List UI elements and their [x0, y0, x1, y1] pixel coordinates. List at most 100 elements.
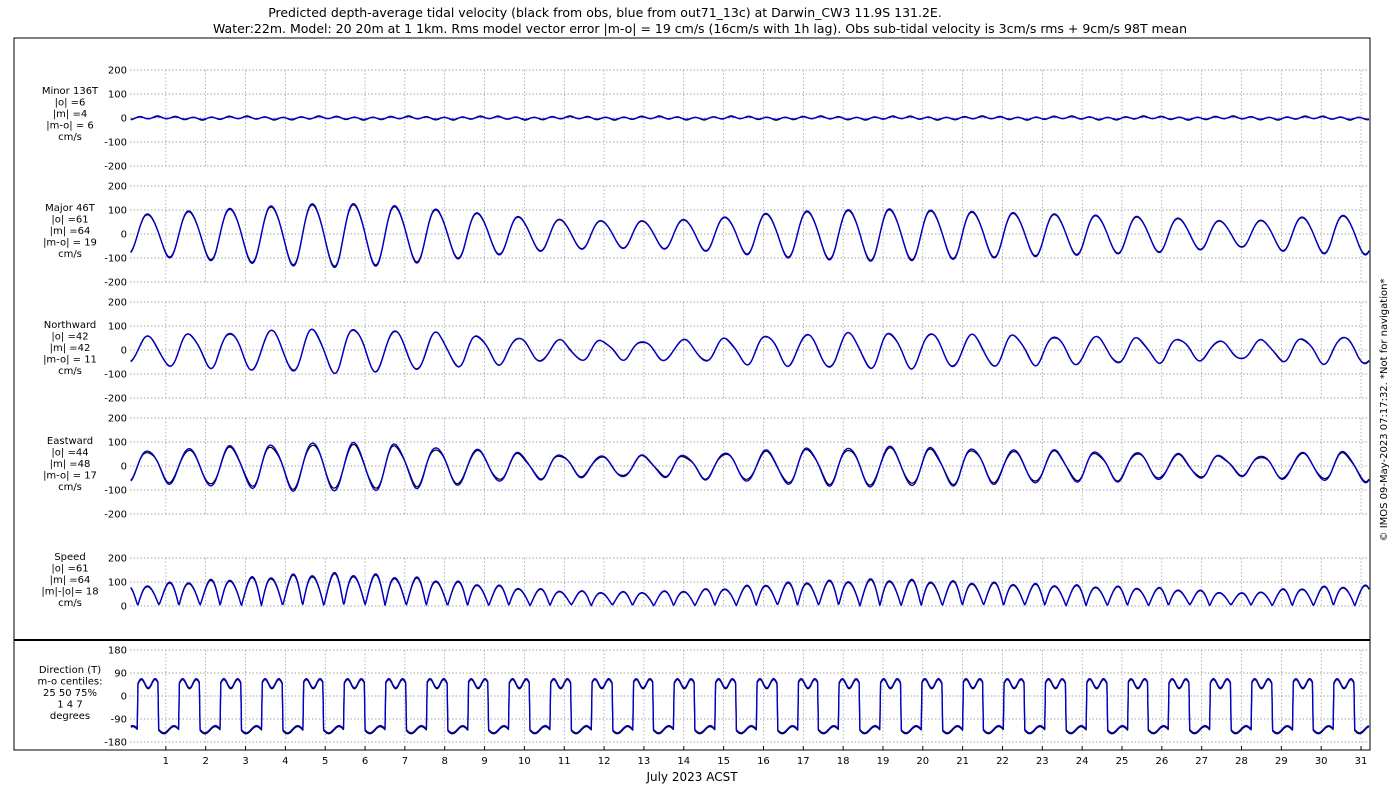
x-tick-label: 25 — [1116, 756, 1129, 767]
x-tick-label: 16 — [757, 756, 770, 767]
series-line-model — [130, 441, 1370, 492]
chart-title-line-1: Predicted depth-average tidal velocity (… — [268, 5, 942, 20]
y-tick-label: -200 — [104, 162, 127, 173]
x-tick-label: 28 — [1235, 756, 1248, 767]
panel-label-line: cm/s — [58, 366, 82, 377]
panel-minor: -200 -100 0 100 200 Minor 136T|o| =6|m| =4|m-… — [42, 66, 1370, 173]
panel-label-minor: Minor 136T|o| =6|m| =4|m-o| = 6cm/s — [42, 86, 99, 143]
y-tick-label: -200 — [104, 394, 127, 405]
lower-axes-frame — [13, 639, 1371, 751]
panel-label-line: |m| =64 — [50, 575, 91, 586]
y-tick-label: 200 — [108, 298, 127, 309]
x-tick-label: 18 — [837, 756, 850, 767]
panel-label-line: cm/s — [58, 249, 82, 260]
x-tick-label: 20 — [916, 756, 929, 767]
panel-label-line: |m| =42 — [50, 343, 91, 354]
panel-label-line: Northward — [44, 320, 97, 331]
x-tick-label: 13 — [638, 756, 651, 767]
y-tick-label: 200 — [108, 66, 127, 77]
y-tick-label: 0 — [121, 230, 127, 241]
panel-label-line: 25 50 75% — [43, 688, 97, 699]
panel-dir: -180 -90 0 90 180 Direction (T)m-o centiles:2… — [37, 646, 1370, 749]
y-tick-label: 100 — [108, 578, 127, 589]
x-tick-label: 14 — [677, 756, 690, 767]
x-tick-label: 5 — [322, 756, 328, 767]
y-tick-label: 0 — [121, 462, 127, 473]
panel-label-line: degrees — [50, 711, 90, 722]
series-line-model — [130, 677, 1370, 734]
x-tick-label: 19 — [877, 756, 890, 767]
y-tick-label: 0 — [121, 114, 127, 125]
y-tick-label: 0 — [121, 602, 127, 613]
x-axis-label: July 2023 ACST — [645, 770, 738, 784]
panel-label-major: Major 46T|o| =61|m| =64|m-o| = 19cm/s — [43, 203, 97, 260]
y-tick-label: 200 — [108, 414, 127, 425]
upper-axes-frame — [13, 37, 1371, 641]
panel-label-speed: Speed|o| =61|m| =64|m|-|o|= 18cm/s — [41, 552, 98, 609]
x-tick-label: 31 — [1355, 756, 1368, 767]
x-tick-label: 2 — [203, 756, 209, 767]
y-tick-label: 100 — [108, 438, 127, 449]
panel-label-line: Direction (T) — [39, 665, 101, 676]
x-tick-label: 11 — [558, 756, 571, 767]
x-tick-label: 15 — [717, 756, 730, 767]
x-tick-label: 8 — [442, 756, 448, 767]
series-line-obs — [130, 328, 1370, 374]
chart-title-line-2: Water:22m. Model: 20 20m at 1 1km. Rms m… — [213, 21, 1187, 36]
x-tick-label: 29 — [1275, 756, 1288, 767]
y-tick-label: -90 — [111, 715, 127, 726]
x-tick-label: 27 — [1195, 756, 1208, 767]
panel-label-line: |m-o| = 6 — [46, 121, 94, 132]
panel-label-line: |o| =6 — [55, 98, 86, 109]
panel-label-line: cm/s — [58, 132, 82, 143]
panel-label-line: cm/s — [58, 482, 82, 493]
panel-label-line: |m| =48 — [50, 459, 91, 470]
x-tick-label: 12 — [598, 756, 611, 767]
x-tick-labels: 1 2 3 4 5 6 7 8 9 10 11 12 13 14 15 16 17 18 19 20 21 22 23 24 2… — [163, 746, 1368, 767]
panel-label-line: Minor 136T — [42, 86, 99, 97]
y-tick-label: 200 — [108, 182, 127, 193]
y-tick-label: 0 — [121, 346, 127, 357]
panel-label-dir: Direction (T)m-o centiles:25 50 75%1 4 7… — [37, 665, 102, 722]
panel-east: -200 -100 0 100 200 Eastward|o| =44|m| =48|m-… — [43, 414, 1370, 521]
panel-label-line: Eastward — [47, 436, 93, 447]
x-tick-label: 24 — [1076, 756, 1089, 767]
x-tick-label: 23 — [1036, 756, 1049, 767]
panel-label-line: |m-o| = 17 — [43, 471, 97, 482]
y-tick-label: 100 — [108, 206, 127, 217]
y-tick-label: -200 — [104, 510, 127, 521]
panel-label-line: |m-o| = 19 — [43, 238, 97, 249]
x-tick-label: 1 — [163, 756, 169, 767]
panel-label-north: Northward|o| =42|m| =42|m-o| = 11cm/s — [43, 320, 97, 377]
panel-label-line: |m|-|o|= 18 — [41, 587, 98, 598]
panel-north: -200 -100 0 100 200 Northward|o| =42|m| =42|m… — [43, 298, 1370, 405]
y-tick-label: -100 — [104, 138, 127, 149]
panel-label-line: |m-o| = 11 — [43, 355, 97, 366]
series-line-obs — [130, 573, 1370, 607]
panel-label-line: 1 4 7 — [57, 700, 82, 711]
x-tick-label: 7 — [402, 756, 408, 767]
x-tick-label: 17 — [797, 756, 810, 767]
x-tick-label: 26 — [1155, 756, 1168, 767]
y-tick-label: -100 — [104, 486, 127, 497]
x-tick-label: 4 — [282, 756, 288, 767]
panel-label-line: Major 46T — [45, 203, 96, 214]
panel-label-line: |o| =44 — [51, 448, 88, 459]
y-tick-label: -200 — [104, 278, 127, 289]
x-tick-label: 3 — [242, 756, 248, 767]
x-tick-label: 9 — [481, 756, 487, 767]
y-tick-label: 200 — [108, 554, 127, 565]
panel-label-east: Eastward|o| =44|m| =48|m-o| = 17cm/s — [43, 436, 97, 493]
series-line-model — [130, 328, 1370, 375]
panel-label-line: |o| =61 — [51, 215, 88, 226]
x-tick-label: 22 — [996, 756, 1009, 767]
y-tick-label: -100 — [104, 254, 127, 265]
y-tick-label: 100 — [108, 90, 127, 101]
y-tick-label: 90 — [114, 669, 127, 680]
panel-label-line: |o| =42 — [51, 332, 88, 343]
chart-panels: -200 -100 0 100 200 Minor 136T|o| =6|m| =4|m-… — [37, 66, 1370, 749]
y-tick-label: -100 — [104, 370, 127, 381]
series-line-obs — [130, 443, 1370, 490]
panel-label-line: Speed — [54, 552, 85, 563]
side-copyright-note: © IMOS 09-May-2023 07:17:32. *Not for na… — [1379, 279, 1390, 542]
